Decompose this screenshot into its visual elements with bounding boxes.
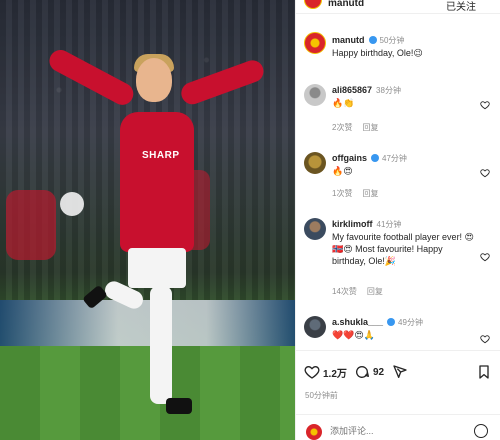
divider <box>296 350 500 351</box>
football <box>60 192 84 216</box>
comment-input[interactable] <box>330 426 460 436</box>
reply-button[interactable]: 回复 <box>362 189 378 198</box>
add-comment-bar <box>296 420 500 440</box>
comment-text: offgains 47分钟 🔥😍 <box>332 152 472 177</box>
comment-username[interactable]: ali865867 <box>332 85 372 95</box>
caption-text: manutd 50分钟 Happy birthday, Ole!😉 <box>332 34 472 59</box>
send-icon <box>393 365 407 378</box>
background-player <box>6 190 56 260</box>
reply-button[interactable]: 回复 <box>367 287 383 296</box>
avatar[interactable] <box>304 84 326 106</box>
pitch <box>0 346 295 440</box>
comment-body: Happy birthday, Ole!😉 <box>332 48 423 58</box>
comment-meta: 1次赞 回复 <box>332 188 388 199</box>
follow-status[interactable]: 已关注 <box>446 0 476 13</box>
post-actions-bar: 1.2万 92 <box>296 360 500 384</box>
comment-username[interactable]: manutd <box>332 35 365 45</box>
heart-icon <box>304 365 320 379</box>
post-photo[interactable]: SHARP <box>0 0 295 440</box>
post-header: manutd 已关注 <box>296 0 500 14</box>
comment-icon <box>356 366 369 378</box>
like-comment-heart-icon[interactable] <box>480 100 490 110</box>
player-right-leg <box>150 286 172 404</box>
comment-text: kirklimoff 41分钟 My favourite football pla… <box>332 218 477 267</box>
comment-body: ❤️❤️😍🙏 <box>332 330 376 340</box>
comment-time: 50分钟 <box>379 36 405 45</box>
player-jersey <box>120 112 194 252</box>
player-right-boot <box>166 398 192 414</box>
comment-body: 🔥😍 <box>332 166 353 176</box>
post-timestamp: 50分钟前 <box>305 391 338 400</box>
advertising-board <box>0 300 295 346</box>
comment-username[interactable]: offgains <box>332 153 367 163</box>
player-head <box>136 58 172 102</box>
divider <box>296 414 500 415</box>
comment-body: 🔥👏 <box>332 98 355 108</box>
bookmark-icon <box>479 365 489 379</box>
comment-time: 49分钟 <box>398 318 423 327</box>
comment-meta: 2次赞 回复 <box>332 122 388 133</box>
comment-text: ali865867 38分钟 🔥👏 <box>332 84 472 109</box>
comment-likes[interactable]: 2次赞 <box>332 123 352 132</box>
avatar[interactable] <box>304 316 326 338</box>
post-side-panel: manutd 已关注 manutd 50分钟 Happy birthday, Ol… <box>295 0 500 440</box>
comment-body: My favourite football player ever! 😍🇳🇴😍 … <box>332 232 474 266</box>
save-button[interactable] <box>476 364 495 380</box>
comment-time: 41分钟 <box>376 220 402 229</box>
avatar[interactable] <box>304 32 326 54</box>
avatar[interactable] <box>304 152 326 174</box>
current-user-avatar <box>306 424 322 440</box>
verified-badge-icon <box>371 154 379 162</box>
likes-count: 1.2万 <box>323 368 347 380</box>
verified-badge-icon <box>368 36 377 44</box>
emoji-icon[interactable] <box>474 424 488 438</box>
jersey-sponsor: SHARP <box>142 150 180 161</box>
account-name[interactable]: manutd <box>328 0 364 9</box>
comment-likes[interactable]: 1次赞 <box>332 189 352 198</box>
like-comment-heart-icon[interactable] <box>480 168 490 178</box>
player-shorts <box>128 248 186 288</box>
comments-count: 92 <box>373 366 385 378</box>
verified-badge-icon <box>387 318 396 326</box>
account-avatar[interactable] <box>304 0 322 9</box>
comment-time: 47分钟 <box>382 154 407 163</box>
like-button[interactable]: 1.2万 <box>304 364 347 380</box>
comment-text: a.shukla___ 49分钟 ❤️❤️😍🙏 <box>332 316 472 341</box>
like-comment-heart-icon[interactable] <box>480 252 490 262</box>
share-button[interactable] <box>392 364 411 380</box>
like-comment-heart-icon[interactable] <box>480 334 490 344</box>
comment-time: 38分钟 <box>376 86 401 95</box>
comment-button[interactable]: 92 <box>354 364 384 380</box>
comment-likes[interactable]: 14次赞 <box>332 287 357 296</box>
comment-username[interactable]: a.shukla___ <box>332 317 383 327</box>
comment-meta: 14次赞 回复 <box>332 286 393 297</box>
comment-username[interactable]: kirklimoff <box>332 219 373 229</box>
reply-button[interactable]: 回复 <box>362 123 378 132</box>
avatar[interactable] <box>304 218 326 240</box>
